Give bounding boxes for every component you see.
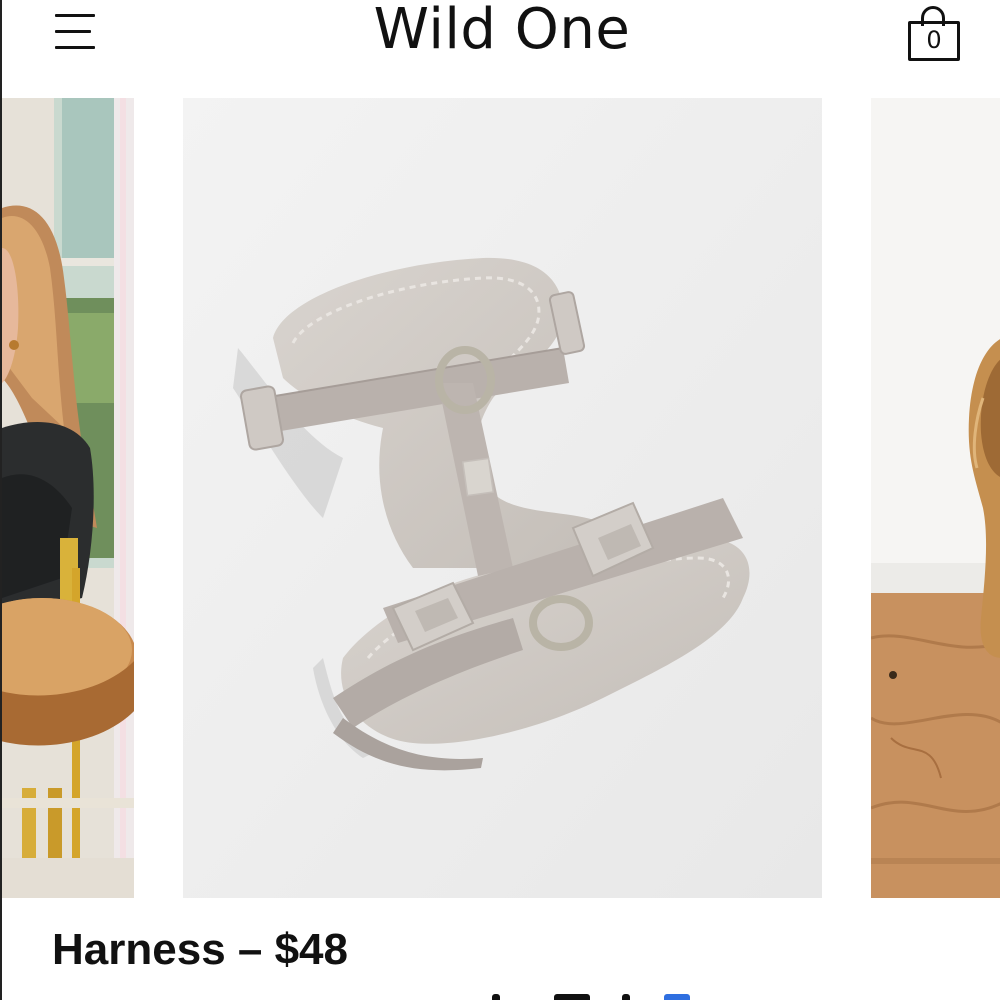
cart-count-badge: 0 (926, 26, 942, 54)
below-fold-content (472, 994, 712, 1000)
dog-photo-image (871, 98, 1000, 898)
harness-product-image (183, 98, 822, 898)
menu-button[interactable] (52, 10, 102, 54)
carousel-slide-current[interactable] (183, 98, 822, 898)
carousel-slide-next[interactable] (871, 98, 1000, 898)
product-title: Harness – $48 (52, 925, 348, 974)
lifestyle-photo-image (2, 98, 134, 898)
site-header: Wild One 0 (2, 0, 1000, 96)
cart-button[interactable]: 0 (902, 2, 970, 66)
carousel-slide-previous[interactable] (2, 98, 134, 898)
brand-logo[interactable]: Wild One (2, 0, 1000, 60)
product-image-carousel[interactable] (2, 98, 1000, 898)
product-page: Wild One 0 Harness – $48 (0, 0, 1000, 1000)
